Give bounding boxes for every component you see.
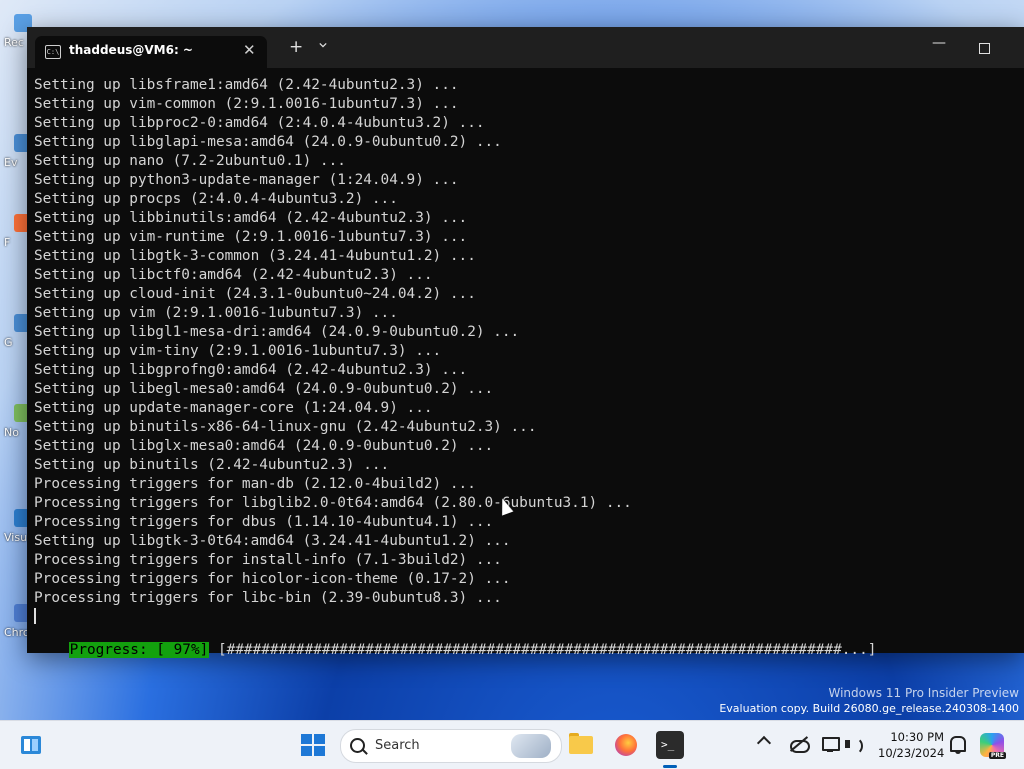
- terminal-line: Setting up procps (2:4.0.4-4ubuntu3.2) .…: [34, 191, 398, 207]
- tab-title: thaddeus@VM6: ~: [69, 43, 193, 57]
- taskbar: Search >_ 10:30 PM 10/23/2024 PRE: [0, 720, 1024, 769]
- folder-body: [569, 736, 593, 754]
- terminal-line: Setting up libbinutils:amd64 (2.42-4ubun…: [34, 210, 468, 226]
- terminal-line: Setting up vim (2:9.1.0016-1ubuntu7.3) .…: [34, 305, 398, 321]
- tab-terminal[interactable]: C:\ thaddeus@VM6: ~ ✕: [35, 36, 267, 68]
- search-placeholder: Search: [375, 738, 420, 753]
- terminal-taskbar-icon[interactable]: >_: [656, 731, 684, 759]
- terminal-line: Processing triggers for install-info (7.…: [34, 552, 502, 568]
- desktop-icon-label: Ev: [4, 156, 18, 169]
- terminal-line: Setting up libgtk-3-0t64:amd64 (3.24.41-…: [34, 533, 511, 549]
- clock-date: 10/23/2024: [878, 746, 945, 760]
- terminal-output[interactable]: Setting up libsframe1:amd64 (2.42-4ubunt…: [34, 76, 1014, 646]
- sound-wave: [851, 737, 863, 755]
- terminal-line: Setting up libgprofng0:amd64 (2.42-4ubun…: [34, 362, 468, 378]
- search-icon: [350, 738, 365, 753]
- monitor-shape: [822, 737, 840, 751]
- close-tab-button[interactable]: ✕: [243, 41, 256, 59]
- text-cursor: [34, 608, 36, 624]
- clock-time: 10:30 PM: [890, 730, 944, 744]
- notification-bell-icon[interactable]: [950, 736, 966, 754]
- clock[interactable]: 10:30 PM 10/23/2024: [878, 729, 944, 761]
- terminal-cursor-line: [34, 608, 1014, 627]
- terminal-line: Setting up libgl1-mesa-dri:amd64 (24.0.9…: [34, 324, 520, 340]
- terminal-tab-icon: C:\: [45, 45, 61, 59]
- start-tile: [301, 734, 312, 744]
- terminal-line: Processing triggers for hicolor-icon-the…: [34, 571, 511, 587]
- widgets-icon[interactable]: [20, 735, 42, 755]
- desktop-icon-label: G: [4, 336, 13, 349]
- title-bar[interactable]: C:\ thaddeus@VM6: ~ ✕ + —: [27, 27, 1024, 68]
- terminal-line: Processing triggers for libglib2.0-0t64:…: [34, 495, 632, 511]
- desktop-icon-label: Rec: [4, 36, 24, 49]
- desktop-icon-label: F: [4, 236, 11, 249]
- copilot-icon[interactable]: PRE: [980, 733, 1006, 759]
- watermark-build: Evaluation copy. Build 26080.ge_release.…: [719, 702, 1019, 715]
- terminal-line: Setting up vim-common (2:9.1.0016-1ubunt…: [34, 96, 459, 112]
- file-explorer-icon[interactable]: [567, 731, 595, 759]
- chevron-up-icon[interactable]: [756, 735, 772, 751]
- terminal-line: Setting up binutils-x86-64-linux-gnu (2.…: [34, 419, 537, 435]
- network-icon[interactable]: [821, 736, 840, 752]
- terminal-line: Setting up binutils (2.42-4ubuntu2.3) ..…: [34, 457, 390, 473]
- terminal-line: Setting up nano (7.2-2ubuntu0.1) ...: [34, 153, 346, 169]
- desktop-icon-label: Visu: [4, 531, 28, 544]
- speaker-shape: [845, 740, 850, 748]
- terminal-line: Setting up vim-tiny (2:9.1.0016-1ubuntu7…: [34, 343, 442, 359]
- terminal-line: Setting up cloud-init (24.3.1-0ubuntu0~2…: [34, 286, 476, 302]
- copilot-pre-badge: PRE: [988, 752, 1006, 759]
- minimize-button[interactable]: —: [932, 35, 946, 51]
- terminal-line: Setting up update-manager-core (1:24.04.…: [34, 400, 433, 416]
- maximize-button[interactable]: [979, 43, 990, 54]
- terminal-line: Setting up libctf0:amd64 (2.42-4ubuntu2.…: [34, 267, 433, 283]
- terminal-line: Setting up libglx-mesa0:amd64 (24.0.9-0u…: [34, 438, 494, 454]
- evaluation-watermark: Windows 11 Pro Insider Preview Evaluatio…: [719, 686, 1019, 716]
- volume-icon[interactable]: [845, 736, 863, 755]
- terminal-line: Setting up libglapi-mesa:amd64 (24.0.9-0…: [34, 134, 502, 150]
- terminal-line: Setting up libproc2-0:amd64 (2:4.0.4-4ub…: [34, 115, 485, 131]
- progress-row: Progress: [ 97%] [######################…: [34, 626, 876, 658]
- progress-bar: [#######################################…: [209, 642, 877, 658]
- chevron-down-icon[interactable]: [319, 41, 327, 49]
- start-tile: [301, 746, 312, 756]
- start-tile: [314, 734, 325, 744]
- terminal-line: Processing triggers for man-db (2.12.0-4…: [34, 476, 476, 492]
- search-highlight-image: [511, 734, 551, 758]
- terminal-window: C:\ thaddeus@VM6: ~ ✕ + — Setting up lib…: [27, 27, 1024, 658]
- desktop-icon-label: No: [4, 426, 19, 439]
- terminal-line: Setting up python3-update-manager (1:24.…: [34, 172, 459, 188]
- onedrive-offline-icon[interactable]: [789, 736, 810, 753]
- terminal-prompt-glyph: >_: [661, 738, 675, 751]
- terminal-line: Processing triggers for dbus (1.14.10-4u…: [34, 514, 494, 530]
- search-box[interactable]: Search: [340, 729, 562, 763]
- new-tab-button[interactable]: +: [289, 38, 303, 56]
- terminal-line: Setting up vim-runtime (2:9.1.0016-1ubun…: [34, 229, 468, 245]
- start-button[interactable]: [301, 734, 325, 756]
- terminal-line: Setting up libsframe1:amd64 (2.42-4ubunt…: [34, 77, 459, 93]
- terminal-line: Processing triggers for libc-bin (2.39-0…: [34, 590, 502, 606]
- firefox-globe: [615, 734, 637, 756]
- terminal-line: Setting up libgtk-3-common (3.24.41-4ubu…: [34, 248, 476, 264]
- monitor-stand: [827, 750, 833, 752]
- progress-label: Progress: [ 97%]: [68, 642, 210, 658]
- terminal-line: Setting up libegl-mesa0:amd64 (24.0.9-0u…: [34, 381, 494, 397]
- watermark-edition: Windows 11 Pro Insider Preview: [828, 686, 1019, 700]
- start-tile: [314, 746, 325, 756]
- firefox-icon[interactable]: [612, 731, 640, 759]
